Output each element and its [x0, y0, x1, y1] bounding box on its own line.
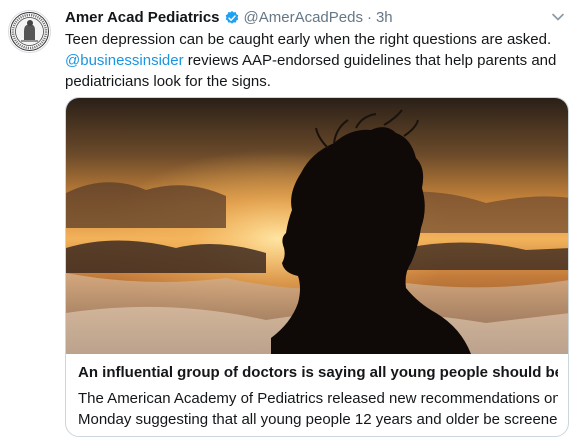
- card-title[interactable]: An influential group of doctors is sayin…: [78, 363, 558, 383]
- card-description-line: Monday suggesting that all young people …: [78, 411, 558, 428]
- card-image: [66, 98, 568, 354]
- tweet-text-fragment: reviews AAP-endorsed guidelines that hel…: [183, 52, 557, 69]
- tweet-text: Teen depression can be caught early when…: [65, 29, 565, 92]
- verified-badge-icon: [225, 11, 238, 24]
- tweet-text-line: Teen depression can be caught early when…: [65, 31, 552, 48]
- aap-seal-icon: [10, 12, 49, 51]
- tweet-text-line: @businessinsider reviews AAP-endorsed gu…: [65, 50, 565, 71]
- timestamp[interactable]: 3h: [376, 8, 393, 28]
- author-name[interactable]: Amer Acad Pediatrics: [65, 8, 220, 28]
- card-body: An influential group of doctors is sayin…: [66, 354, 568, 430]
- card-description: The American Academy of Pediatrics relea…: [78, 388, 558, 430]
- tweet-text-line: pediatricians look for the signs.: [65, 73, 271, 90]
- mention-link[interactable]: @businessinsider: [65, 52, 184, 69]
- tweet[interactable]: Amer Acad Pediatrics @AmerAcadPeds · 3h …: [0, 0, 577, 437]
- avatar[interactable]: [8, 10, 51, 53]
- author-handle[interactable]: @AmerAcadPeds: [244, 8, 363, 28]
- card-description-line: The American Academy of Pediatrics relea…: [78, 390, 558, 407]
- link-card[interactable]: An influential group of doctors is sayin…: [65, 97, 569, 437]
- tweet-header: Amer Acad Pediatrics @AmerAcadPeds · 3h: [65, 8, 393, 28]
- separator-dot: ·: [366, 9, 372, 26]
- chevron-down-icon[interactable]: [551, 10, 565, 24]
